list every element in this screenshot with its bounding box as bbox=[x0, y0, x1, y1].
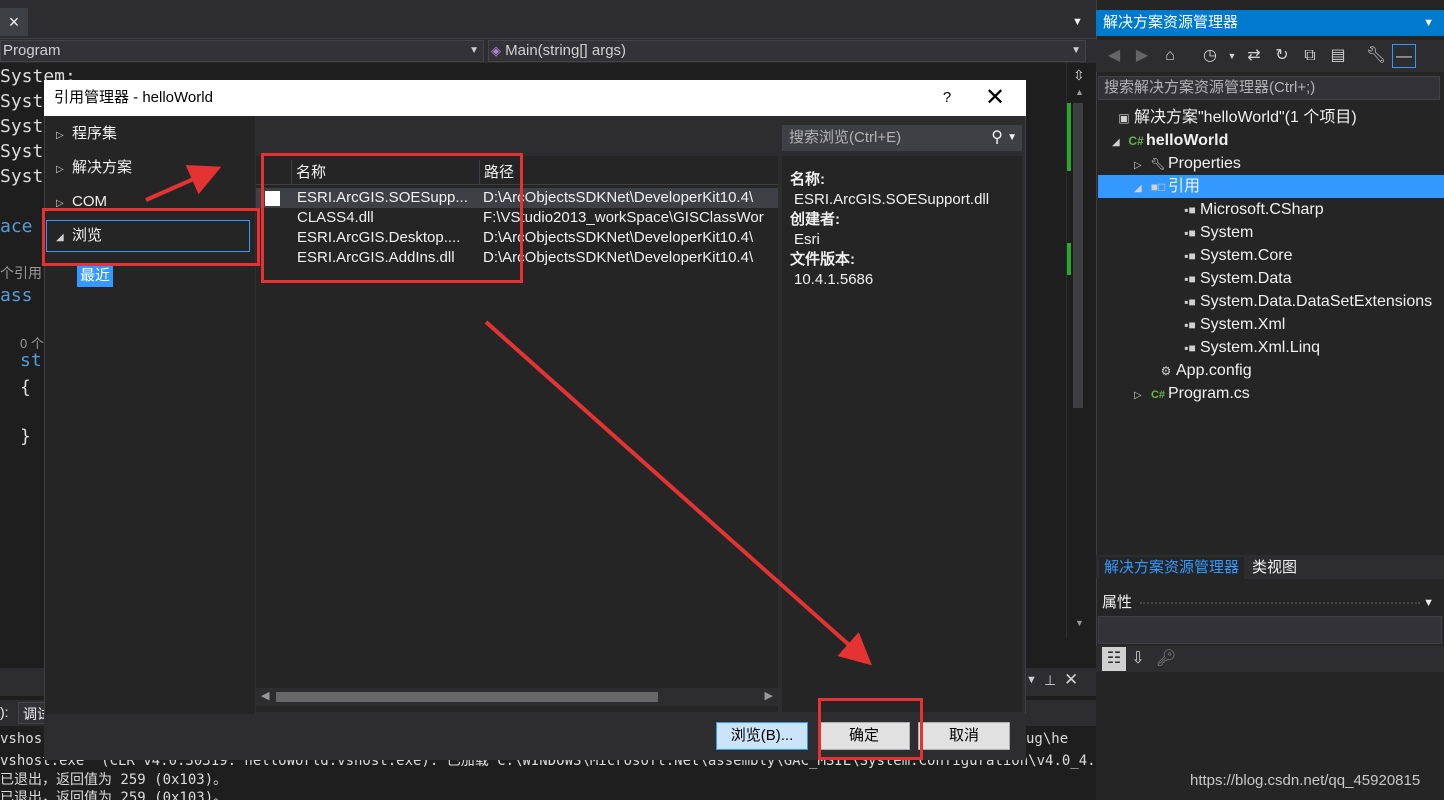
annotation-arrow bbox=[145, 165, 222, 202]
watermark: https://blog.csdn.net/qq_45920815 bbox=[1190, 772, 1421, 789]
annotation-arrows bbox=[145, 165, 872, 666]
annotation-arrow bbox=[484, 320, 872, 666]
